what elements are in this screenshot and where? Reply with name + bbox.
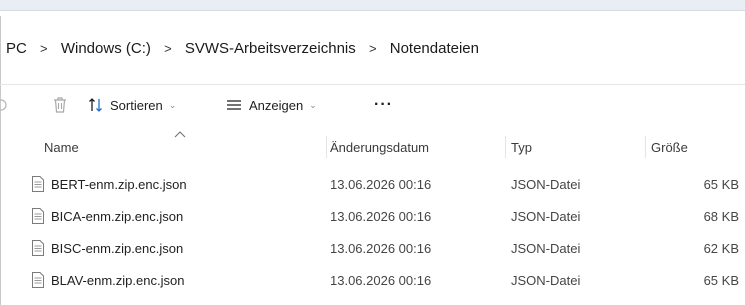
column-divider[interactable] xyxy=(645,136,646,158)
chevron-down-icon: ⌄ xyxy=(168,99,177,110)
file-row[interactable]: BICA-enm.zip.enc.json 13.06.2026 00:16 J… xyxy=(0,201,745,232)
file-size: 62 KB xyxy=(703,241,739,256)
view-icon xyxy=(227,100,241,110)
file-type: JSON-Datei xyxy=(511,209,581,224)
file-size: 65 KB xyxy=(703,177,739,192)
file-size: 68 KB xyxy=(703,209,739,224)
view-label: Anzeigen xyxy=(249,97,304,113)
file-date: 13.06.2026 00:16 xyxy=(330,241,432,256)
file-name: BLAV-enm.zip.enc.json xyxy=(51,273,185,288)
column-header-size[interactable]: Größe xyxy=(651,140,688,155)
window-top-strip xyxy=(0,0,745,11)
file-type: JSON-Datei xyxy=(511,273,581,288)
file-icon xyxy=(32,272,44,288)
breadcrumb-item-pc[interactable]: PC xyxy=(6,40,27,57)
share-icon xyxy=(0,99,7,111)
command-bar: Sortieren ⌄ Anzeigen ⌄ ··· xyxy=(0,84,745,125)
view-button[interactable]: Anzeigen ⌄ xyxy=(226,85,317,125)
breadcrumb: PC > Windows (C:) > SVWS-Arbeitsverzeich… xyxy=(0,26,745,70)
file-icon xyxy=(32,176,44,192)
file-size: 65 KB xyxy=(703,273,739,288)
column-header-date[interactable]: Änderungsdatum xyxy=(330,140,429,155)
trash-icon xyxy=(54,97,66,113)
sort-button[interactable]: Sortieren ⌄ xyxy=(88,85,176,125)
file-row[interactable]: BERT-enm.zip.enc.json 13.06.2026 00:16 J… xyxy=(0,169,745,200)
file-name: BERT-enm.zip.enc.json xyxy=(51,177,187,192)
column-header-type[interactable]: Typ xyxy=(511,140,532,155)
breadcrumb-item-notendateien[interactable]: Notendateien xyxy=(390,40,479,57)
file-name: BISC-enm.zip.enc.json xyxy=(51,241,184,256)
file-icon xyxy=(32,208,44,224)
sort-ascending-icon xyxy=(174,131,186,138)
file-date: 13.06.2026 00:16 xyxy=(330,209,432,224)
file-date: 13.06.2026 00:16 xyxy=(330,273,432,288)
chevron-down-icon: ⌄ xyxy=(309,99,317,110)
delete-button[interactable] xyxy=(52,85,68,125)
column-divider[interactable] xyxy=(326,136,327,158)
file-type: JSON-Datei xyxy=(511,177,581,192)
breadcrumb-separator-icon[interactable]: > xyxy=(356,41,390,56)
file-type: JSON-Datei xyxy=(511,241,581,256)
file-date: 13.06.2026 00:16 xyxy=(330,177,432,192)
column-divider[interactable] xyxy=(505,136,506,158)
file-row[interactable]: BISC-enm.zip.enc.json 13.06.2026 00:16 J… xyxy=(0,233,745,264)
file-name: BICA-enm.zip.enc.json xyxy=(51,209,184,224)
breadcrumb-item-svws-arbeitsverzeichnis[interactable]: SVWS-Arbeitsverzeichnis xyxy=(185,40,356,57)
more-options-button[interactable]: ··· xyxy=(374,85,393,125)
share-button[interactable] xyxy=(0,85,8,125)
breadcrumb-separator-icon[interactable]: > xyxy=(151,41,185,56)
sort-label: Sortieren xyxy=(110,97,163,113)
breadcrumb-item-windows-c[interactable]: Windows (C:) xyxy=(61,40,151,57)
file-icon xyxy=(32,240,44,256)
column-header-name[interactable]: Name xyxy=(44,140,79,155)
column-header-row: Name Änderungsdatum Typ Größe xyxy=(0,131,745,162)
breadcrumb-separator-icon[interactable]: > xyxy=(27,41,61,56)
sort-icon xyxy=(89,98,102,112)
file-row[interactable]: BLAV-enm.zip.enc.json 13.06.2026 00:16 J… xyxy=(0,265,745,296)
